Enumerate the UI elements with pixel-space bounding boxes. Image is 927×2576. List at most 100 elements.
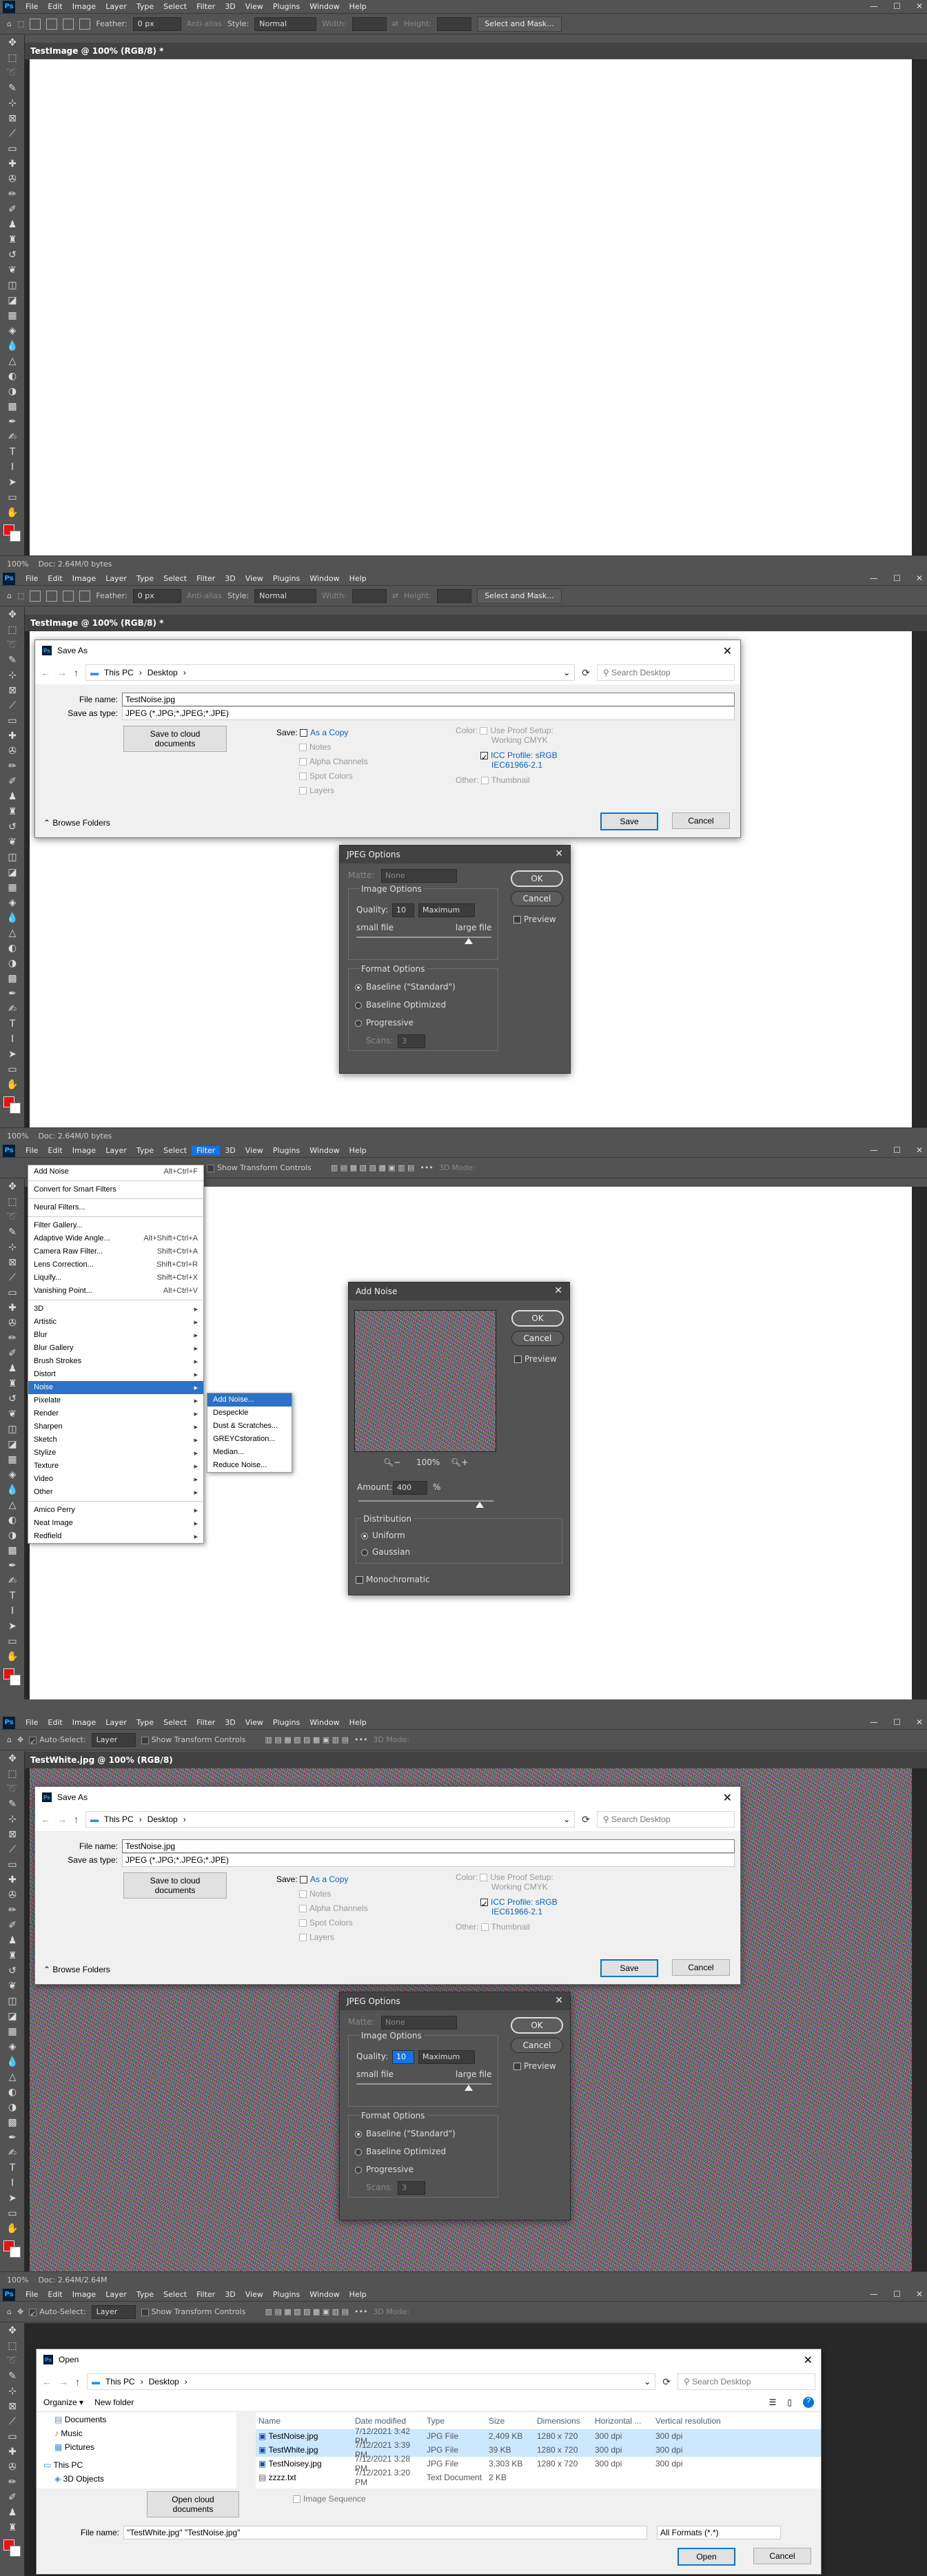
breadcrumb-pc[interactable]: This PC [104, 1815, 134, 1824]
alpha-checkbox[interactable] [299, 1905, 307, 1913]
menu-view[interactable]: View [241, 2, 268, 11]
width-input[interactable] [352, 17, 387, 31]
filter-item-add-noise[interactable]: Add Noise Alt+Ctrl+F [28, 1165, 203, 1178]
quick-select-icon[interactable]: ✎ [0, 653, 25, 668]
close-button[interactable]: ✕ [916, 573, 923, 583]
file-name-input[interactable]: "TestWhite.jpg" "TestNoise.jpg" [123, 2526, 647, 2539]
new-folder-button[interactable]: New folder [94, 2398, 134, 2407]
menu-window[interactable]: Window [305, 1718, 344, 1727]
menu-image[interactable]: Image [68, 1718, 101, 1727]
quality-input[interactable]: 10 [392, 903, 414, 917]
crop-tool-icon[interactable]: ⊹ [0, 1240, 25, 1255]
menu-window[interactable]: Window [305, 574, 344, 583]
dodge-tool-icon[interactable]: ◐ [0, 369, 25, 384]
vertical-type-icon[interactable]: Ⅰ [0, 460, 25, 475]
antialias-checkbox[interactable]: Anti-alias [187, 19, 222, 28]
menu-layer[interactable]: Layer [101, 2290, 132, 2299]
menu-type[interactable]: Type [132, 2, 159, 11]
file-type-select[interactable]: All Formats (*.*) [657, 2526, 781, 2539]
maximize-button[interactable]: ☐ [893, 1, 901, 11]
paint-bucket-icon[interactable]: ◈ [0, 1467, 25, 1482]
back-icon[interactable]: ← [41, 1814, 50, 1825]
menu-filter[interactable]: Filter [192, 1146, 221, 1155]
new-selection-icon[interactable] [30, 590, 41, 602]
quick-select-icon[interactable]: ✎ [0, 1225, 25, 1240]
spot-checkbox[interactable] [299, 773, 307, 781]
zoom-level[interactable]: 100% [7, 560, 28, 569]
frame-tool-icon[interactable]: ⊠ [0, 2399, 25, 2414]
path-select-icon[interactable]: ➤ [0, 1619, 25, 1634]
baseline-optimized-radio[interactable]: Baseline Optimized [355, 2147, 446, 2156]
transform-controls-checkbox[interactable]: Show Transform Controls [207, 1163, 312, 1172]
background-color-swatch[interactable] [10, 2247, 21, 2258]
art-history-icon[interactable]: ❦ [0, 1979, 25, 1994]
filter-item-camera-raw-filter[interactable]: Camera Raw Filter... Shift+Ctrl+A [28, 1245, 203, 1258]
crop-tool-icon[interactable]: ⊹ [0, 2384, 25, 2399]
menu-layer[interactable]: Layer [101, 1718, 132, 1727]
noise-item-greycstoration[interactable]: GREYCstoration... [207, 1433, 292, 1446]
rectangle-tool-icon[interactable]: ▭ [0, 2206, 25, 2221]
paint-bucket-icon[interactable]: ◈ [0, 895, 25, 910]
filter-item-video[interactable]: Video ▸ [28, 1473, 203, 1486]
pen-tool-icon[interactable]: ✒ [0, 1558, 25, 1573]
close-button[interactable]: ✕ [916, 1, 923, 11]
menu-view[interactable]: View [241, 1146, 268, 1155]
menu-plugins[interactable]: Plugins [268, 2, 305, 11]
minimize-button[interactable]: — [870, 1145, 878, 1155]
notes-checkbox[interactable] [299, 744, 307, 752]
style-select[interactable]: Normal [254, 589, 317, 603]
pencil-tool-icon[interactable]: ✐ [0, 2490, 25, 2505]
patch-tool-icon[interactable]: ✇ [0, 1888, 25, 1903]
pattern-stamp-icon[interactable]: ♜ [0, 2520, 25, 2535]
organize-button[interactable]: Organize ▾ [43, 2398, 83, 2407]
move-tool-icon[interactable]: ✥ [0, 1751, 25, 1766]
pencil-tool-icon[interactable]: ✐ [0, 1918, 25, 1933]
noise-item-dust-scratches[interactable]: Dust & Scratches... [207, 1420, 292, 1433]
menu-help[interactable]: Help [345, 2, 371, 11]
menu-select[interactable]: Select [159, 1718, 192, 1727]
marquee-tool-icon[interactable]: ⬚ [0, 50, 25, 65]
filter-item-brush-strokes[interactable]: Brush Strokes ▸ [28, 1355, 203, 1368]
breadcrumb-desktop[interactable]: Desktop [149, 2377, 179, 2386]
home-icon[interactable]: ⌂ [7, 1735, 12, 1744]
stamp-tool-icon[interactable]: ♟ [0, 789, 25, 804]
eyedropper-icon[interactable]: ⟋ [0, 1842, 25, 1857]
transform-controls-checkbox[interactable]: Show Transform Controls [141, 1735, 245, 1744]
browse-folders-toggle[interactable]: ⌃ Browse Folders [43, 818, 110, 828]
align-icons[interactable]: ▥ ▤ ▦ ▧ ▨ ▩ ▣ ▥ ▤ [331, 1163, 415, 1172]
blur-tool-icon[interactable]: 💧 [0, 338, 25, 354]
filter-item-other[interactable]: Other ▸ [28, 1486, 203, 1499]
filter-item-neat-image[interactable]: Neat Image ▸ [28, 1517, 203, 1530]
progressive-radio[interactable]: Progressive [355, 1018, 414, 1028]
filter-item-sharpen[interactable]: Sharpen ▸ [28, 1420, 203, 1433]
alpha-checkbox[interactable] [299, 758, 307, 766]
pencil-tool-icon[interactable]: ✐ [0, 202, 25, 217]
menu-plugins[interactable]: Plugins [268, 1718, 305, 1727]
height-input[interactable] [437, 17, 472, 31]
stamp-tool-icon[interactable]: ♟ [0, 1361, 25, 1376]
column-header-size[interactable]: Size [486, 2416, 534, 2426]
freeform-pen-icon[interactable]: ✍ [0, 1001, 25, 1016]
healing-brush-icon[interactable]: ✚ [0, 1872, 25, 1888]
layers-checkbox[interactable] [299, 1934, 307, 1942]
filter-item-sketch[interactable]: Sketch ▸ [28, 1433, 203, 1447]
brush-tool-icon[interactable]: ✏ [0, 1331, 25, 1346]
gradient-tool-icon[interactable]: ▦ [0, 308, 25, 323]
save-type-select[interactable]: JPEG (*.JPG;*.JPEG;*.JPE) [122, 1853, 735, 1867]
menu-image[interactable]: Image [68, 574, 101, 583]
freeform-pen-icon[interactable]: ✍ [0, 429, 25, 444]
menu-filter[interactable]: Filter [192, 1718, 220, 1727]
amount-slider-thumb[interactable] [476, 1502, 485, 1508]
filter-item-liquify[interactable]: Liquify... Shift+Ctrl+X [28, 1271, 203, 1285]
art-history-icon[interactable]: ❦ [0, 835, 25, 850]
scans-select[interactable]: 3 [398, 2181, 425, 2195]
brush-tool-icon[interactable]: ✏ [0, 1903, 25, 1918]
minimize-button[interactable]: — [870, 1, 878, 11]
menu-edit[interactable]: Edit [43, 1718, 67, 1727]
zoom-in-icon[interactable]: 🔍︎+ [451, 1458, 468, 1467]
history-brush-icon[interactable]: ↺ [0, 819, 25, 835]
bg-eraser-icon[interactable]: ◪ [0, 293, 25, 308]
thumbnail-checkbox[interactable] [480, 1923, 489, 1932]
lasso-tool-icon[interactable]: ➰ [0, 65, 25, 81]
tree-pictures[interactable]: ▦ Pictures [37, 2440, 236, 2454]
